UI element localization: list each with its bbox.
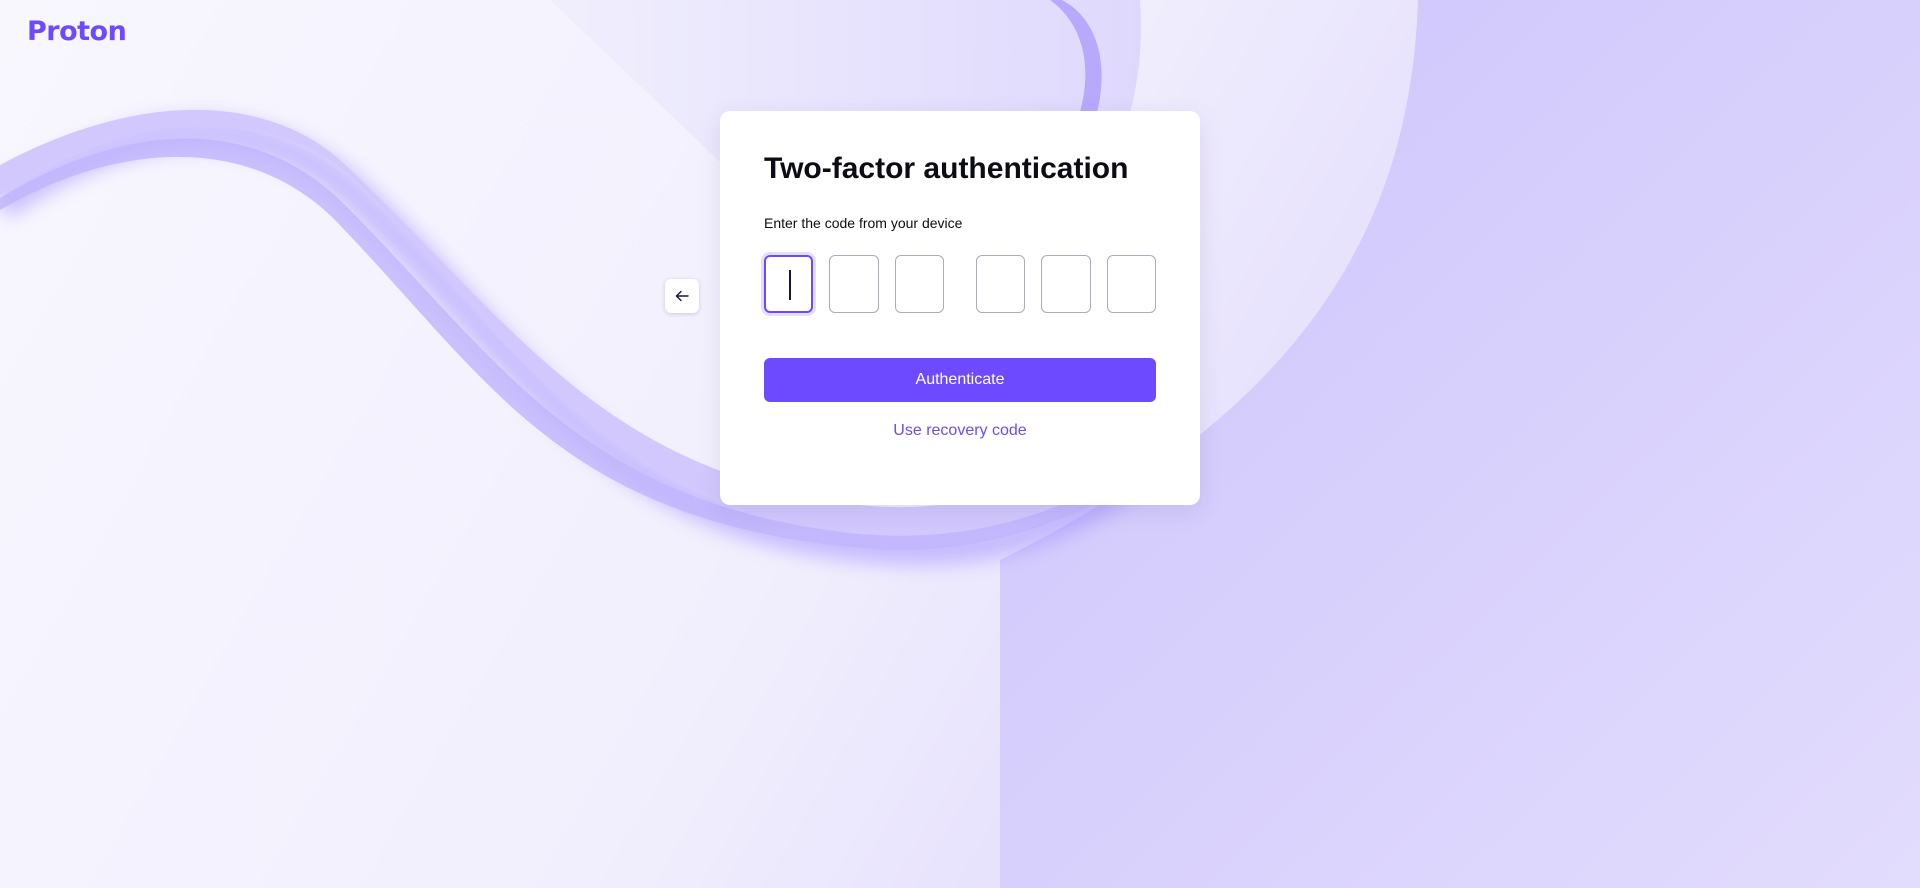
code-digit-input-5[interactable]: [1041, 255, 1091, 313]
login-page: Proton Two-factor authentication Enter t…: [0, 0, 1920, 888]
authenticate-button[interactable]: Authenticate: [764, 358, 1156, 402]
back-button[interactable]: [665, 279, 699, 313]
page-title: Two-factor authentication: [764, 152, 1129, 185]
code-digit-input-3[interactable]: [894, 255, 945, 313]
two-factor-card: Two-factor authentication Enter the code…: [720, 111, 1200, 505]
proton-logo[interactable]: Proton: [27, 16, 127, 47]
use-recovery-code-link[interactable]: Use recovery code: [764, 422, 1156, 440]
arrow-left-icon: [674, 288, 690, 304]
code-digit-input-6[interactable]: [1106, 255, 1156, 313]
code-digit-input-2[interactable]: [829, 255, 879, 313]
totp-code-input-group: [764, 255, 1156, 313]
text-caret: [789, 270, 791, 300]
code-digit-input-1[interactable]: [764, 255, 814, 313]
code-digit-input-4[interactable]: [976, 255, 1026, 313]
code-instruction: Enter the code from your device: [764, 215, 963, 231]
